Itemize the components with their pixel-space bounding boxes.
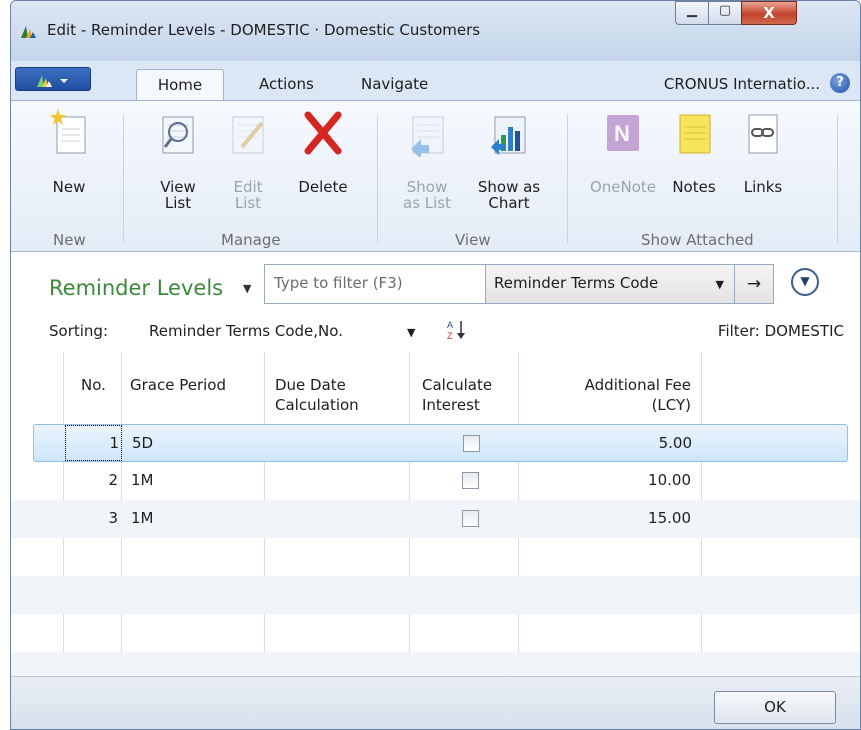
apply-filter-arrow-icon[interactable]: → [734,264,774,304]
edit-list-icon [232,116,264,154]
cell-focus-indicator [65,425,122,461]
svg-text:Z: Z [447,331,453,341]
group-separator [837,115,838,243]
chevron-down-icon: ▼ [715,278,724,291]
group-label-show-attached: Show Attached [641,231,754,249]
help-icon[interactable]: ? [830,73,850,93]
calculate-interest-checkbox[interactable] [463,435,480,452]
new-button-label: New [52,178,86,196]
cell-grace-period[interactable]: 5D [132,434,153,452]
view-list-icon [162,116,194,154]
cell-grace-period[interactable]: 1M [131,471,154,489]
ribbon: New View List Edit List Delete Show as L… [11,100,860,252]
window-title: Edit - Reminder Levels - DOMESTIC · Dome… [47,21,481,39]
show-as-chart-label: Show as Chart [477,178,541,212]
calculate-interest-checkbox[interactable] [462,472,479,489]
view-list-label: View List [160,178,196,212]
minimize-button[interactable]: ▁ [675,1,709,25]
ok-button[interactable]: OK [714,691,836,724]
application-menu-button[interactable] [15,67,91,91]
group-label-view: View [455,231,491,249]
table-row-empty[interactable] [11,538,860,576]
show-as-list-label: Show as List [403,178,451,212]
sort-ascending-icon[interactable]: A Z [446,318,468,342]
tab-actions[interactable]: Actions [259,75,314,93]
sorting-label: Sorting: [49,322,108,340]
svg-text:N: N [614,121,630,146]
app-menu-icon [37,75,68,87]
edit-list-label: Edit List [233,178,263,212]
sorting-select[interactable]: Reminder Terms Code,No. [149,322,343,340]
maximize-button[interactable]: ▢ [708,1,742,25]
maximize-icon: ▢ [718,3,732,18]
notes-label: Notes [672,178,716,196]
close-button[interactable]: X [741,1,797,25]
group-separator [377,115,378,243]
chevron-down-icon[interactable]: ▼ [407,326,415,339]
onenote-label: OneNote [589,178,657,196]
links-icon [748,114,778,154]
close-icon: X [763,4,775,22]
dialog-footer: OK [11,676,860,729]
notes-icon [679,114,711,154]
dialog-window: Edit - Reminder Levels - DOMESTIC · Dome… [10,0,861,730]
cell-additional-fee[interactable]: 5.00 [532,434,692,452]
minimize-icon: ▁ [687,3,697,18]
company-name[interactable]: CRONUS Internatio... [664,75,820,93]
chevron-down-icon[interactable]: ▼ [243,282,251,295]
filter-field-value: Reminder Terms Code [494,274,659,292]
group-label-new: New [53,231,86,249]
table-row[interactable]: 2 1M 10.00 [11,462,860,500]
new-document-icon [50,109,86,154]
list-page-content: Reminder Levels ▼ Type to filter (F3) Re… [11,252,860,690]
filter-input[interactable]: Type to filter (F3) [264,264,486,304]
reminder-levels-grid: No. Grace Period Due Date Calculation Cal… [11,352,860,690]
show-as-list-icon [411,116,444,157]
table-row[interactable]: 3 1M 15.00 [11,500,860,538]
page-title[interactable]: Reminder Levels [49,276,223,300]
ribbon-tab-bar: Home Actions Navigate CRONUS Internatio.… [11,61,860,102]
filter-field-select[interactable]: Reminder Terms Code ▼ [485,264,735,304]
group-label-manage: Manage [221,231,281,249]
group-separator [567,115,568,243]
cell-no[interactable]: 2 [85,471,118,489]
cell-additional-fee[interactable]: 15.00 [531,509,691,527]
onenote-icon: N [607,115,639,151]
table-row-empty[interactable] [11,614,860,652]
group-separator [123,115,124,243]
title-bar: Edit - Reminder Levels - DOMESTIC · Dome… [11,1,860,61]
tab-navigate[interactable]: Navigate [361,75,428,93]
cell-additional-fee[interactable]: 10.00 [531,471,691,489]
links-label: Links [743,178,783,196]
calculate-interest-checkbox[interactable] [462,510,479,527]
delete-x-icon [304,111,342,155]
table-row[interactable]: 1 5D 5.00 [33,424,848,462]
show-as-chart-icon [491,116,526,155]
tab-home[interactable]: Home [136,69,224,102]
table-row-empty[interactable] [11,576,860,614]
svg-text:A: A [447,320,453,330]
expand-filter-pane-icon[interactable]: ▼ [791,268,819,296]
app-logo-icon [21,26,36,38]
cell-grace-period[interactable]: 1M [131,509,154,527]
delete-label: Delete [298,178,348,196]
filter-status: Filter: DOMESTIC [717,322,844,340]
cell-no[interactable]: 3 [85,509,118,527]
